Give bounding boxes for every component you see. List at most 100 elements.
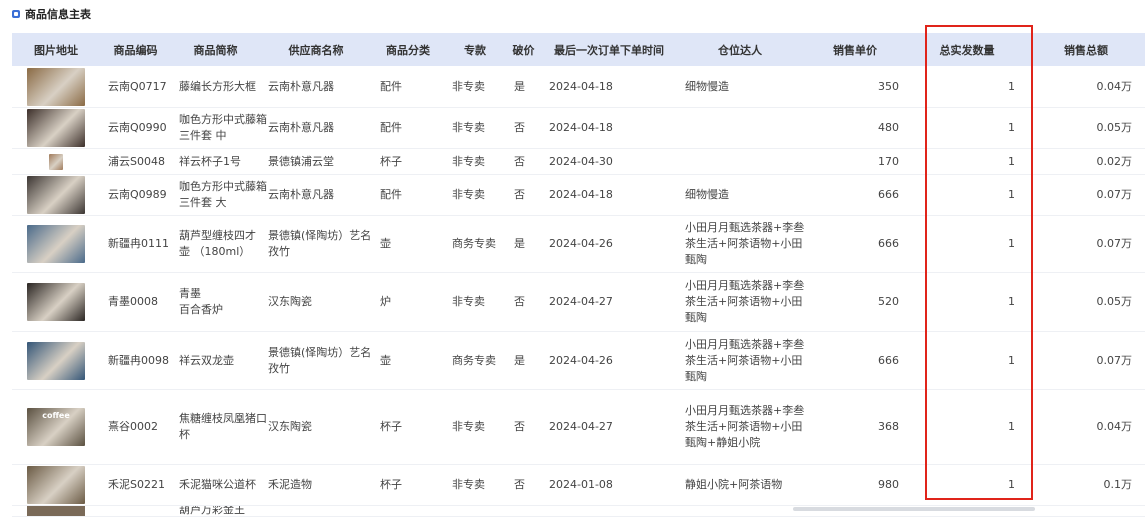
- product-thumbnail[interactable]: [12, 175, 100, 215]
- header-special-col[interactable]: 专款: [444, 33, 506, 66]
- price-value: 666: [878, 237, 899, 250]
- horizontal-scrollbar[interactable]: [793, 507, 1035, 511]
- header-expert-col[interactable]: 仓位达人: [677, 33, 803, 66]
- special-value: 非专卖: [452, 154, 485, 168]
- product-thumbnail[interactable]: [12, 465, 100, 505]
- cell-total-col: 0.05万: [1027, 273, 1145, 331]
- product-thumbnail[interactable]: [12, 332, 100, 389]
- product-thumbnail[interactable]: [12, 273, 100, 331]
- header-date-col[interactable]: 最后一次订单下单时间: [541, 33, 677, 66]
- header-name-col[interactable]: 商品简称: [171, 33, 260, 66]
- table-row[interactable]: 禾泥S0221 禾泥猫咪公道杯 禾泥造物 杯子 非专卖 否 2024-01-08 静姐小院+阿…: [12, 465, 1145, 506]
- cell-name-col: 藤编长方形大框: [171, 66, 272, 107]
- qty-value: 1: [1008, 420, 1015, 433]
- broken-value: 是: [514, 237, 525, 250]
- name-value: 藤编长方形大框: [179, 79, 256, 93]
- cell-qty-col: 1: [907, 273, 1027, 331]
- broken-value: 否: [514, 478, 525, 491]
- supplier-value: 云南朴意凡器: [268, 188, 334, 201]
- cell-date-col: 2024-04-30: [541, 149, 689, 174]
- special-value: 非专卖: [452, 478, 485, 491]
- header-broken-col[interactable]: 破价: [506, 33, 541, 66]
- qty-value: 1: [1008, 154, 1015, 168]
- qty-value: 1: [1008, 353, 1015, 367]
- table-row[interactable]: 青墨0008 青墨 百合香炉 汉东陶瓷 炉 非专卖 否 2024-04-27 小田月月甄选茶器+…: [12, 273, 1145, 332]
- category-value: 杯子: [380, 420, 402, 433]
- cell-name-col: 咖色方形中式藤箱三件套 大: [171, 175, 272, 215]
- expert-value: 小田月月甄选茶器+李叁茶生活+阿茶语物+小田甄陶: [685, 279, 805, 324]
- cell-price-col: 170: [803, 149, 907, 174]
- cell-supplier-col: 汉东陶瓷: [260, 273, 384, 331]
- qty-value: 1: [1008, 79, 1015, 93]
- cell-name-col: 禾泥猫咪公道杯: [171, 465, 272, 505]
- header-qty-col[interactable]: 总实发数量: [907, 33, 1027, 66]
- broken-value: 否: [514, 121, 525, 134]
- total-value: 0.1万: [1103, 478, 1133, 491]
- qty-value: 1: [1008, 237, 1015, 250]
- cell-expert-col: 小田月月甄选茶器+李叁茶生活+阿茶语物+小田甄陶: [677, 273, 815, 331]
- code-value: 青墨0008: [108, 295, 158, 308]
- category-value: 配件: [380, 79, 402, 93]
- price-value: 350: [878, 79, 899, 93]
- date-value: 2024-04-30: [549, 154, 613, 168]
- cell-name-col: 焦糖缠枝凤凰猪口杯: [171, 390, 272, 464]
- cell-supplier-col: 云南朴意凡器: [260, 175, 384, 215]
- date-value: 2024-01-08: [549, 478, 613, 491]
- product-thumbnail[interactable]: [12, 66, 100, 107]
- price-value: 368: [878, 420, 899, 433]
- name-value: 焦糖缠枝凤凰猪口杯: [179, 412, 267, 441]
- name-value: 咖色方形中式藤箱三件套 中: [179, 113, 267, 142]
- supplier-value: 景德镇浦云堂: [268, 154, 334, 168]
- cell-expert-col: 小田月月甄选茶器+李叁茶生活+阿茶语物+小田甄陶: [677, 332, 815, 389]
- cell-date-col: 2024-04-18: [541, 66, 689, 107]
- price-value: 480: [878, 121, 899, 134]
- cell-supplier-col: 云南朴意凡器: [260, 66, 384, 107]
- product-thumbnail[interactable]: [12, 216, 100, 272]
- broken-value: 否: [514, 154, 525, 168]
- product-thumbnail[interactable]: [12, 108, 100, 148]
- code-value: 云南Q0990: [108, 121, 167, 134]
- name-value: 咖色方形中式藤箱三件套 大: [179, 180, 267, 209]
- header-image-col[interactable]: 图片地址: [12, 33, 100, 66]
- total-value: 0.05万: [1096, 121, 1133, 134]
- table-row[interactable]: 云南Q0990 咖色方形中式藤箱三件套 中云南朴意凡器 配件 非专卖 否 2024-04-…: [12, 108, 1145, 149]
- header-price-col[interactable]: 销售单价: [803, 33, 907, 66]
- table-header: 图片地址 商品编码 商品简称 供应商名称 商品分类 专款 破价 最后一次订单下单时间 仓位达人销…: [12, 33, 1145, 66]
- header-category-col[interactable]: 商品分类: [372, 33, 444, 66]
- total-value: 0.04万: [1096, 420, 1133, 433]
- table-row[interactable]: 新疆冉0111 葫芦型缠枝四才 壶 （180ml） 景德镇(怿陶坊）艺名孜竹壶 商务专…: [12, 216, 1145, 273]
- code-value: 熹谷0002: [108, 420, 158, 433]
- header-code-col[interactable]: 商品编码: [100, 33, 171, 66]
- header-total-col[interactable]: 销售总额: [1027, 33, 1145, 66]
- product-thumbnail[interactable]: [12, 149, 100, 174]
- date-value: 2024-04-26: [549, 353, 613, 367]
- table-row[interactable]: coffee 熹谷0002 焦糖缠枝凤凰猪口杯 汉东陶瓷 杯子 非专卖 否 2024-04-2…: [12, 390, 1145, 465]
- cell-expert-col: 细物慢造: [677, 66, 815, 107]
- table-row[interactable]: 浦云S0048 祥云杯子1号 景德镇浦云堂 杯子 非专卖 否 2024-04-30 170 1 0…: [12, 149, 1145, 175]
- supplier-value: 汉东陶瓷: [268, 295, 312, 308]
- price-value: 666: [878, 353, 899, 367]
- cell-qty-col: 1: [907, 175, 1027, 215]
- table-row[interactable]: 云南Q0989 咖色方形中式藤箱三件套 大云南朴意凡器 配件 非专卖 否 2024-04-…: [12, 175, 1145, 216]
- cell-expert-col: 小田月月甄选茶器+李叁茶生活+阿茶语物+小田甄陶+静姐小院: [677, 390, 815, 464]
- code-value: 禾泥S0221: [108, 478, 165, 491]
- name-value: 禾泥猫咪公道杯: [179, 478, 256, 491]
- cell-expert-col: 细物慢造: [677, 175, 815, 215]
- supplier-value: 汉东陶瓷: [268, 420, 312, 433]
- cell-total-col: 0.04万: [1027, 390, 1145, 464]
- product-thumbnail[interactable]: [12, 506, 100, 516]
- product-image: [27, 283, 85, 321]
- table-row[interactable]: 新疆冉0098 祥云双龙壶 景德镇(怿陶坊）艺名孜竹壶 商务专卖 是 2024-04-26…: [12, 332, 1145, 390]
- table-row[interactable]: 云南Q0717 藤编长方形大框 云南朴意凡器 配件 非专卖 是 2024-04-18 细物慢造…: [12, 66, 1145, 108]
- cell-price-col: 666: [803, 175, 907, 215]
- category-value: 配件: [380, 188, 402, 201]
- product-thumbnail[interactable]: coffee: [12, 390, 100, 464]
- cell-total-col: 0.04万: [1027, 66, 1145, 107]
- cell-name-col: 祥云杯子1号: [171, 149, 272, 174]
- price-value: 170: [878, 154, 899, 168]
- table-icon: [12, 10, 20, 18]
- supplier-value: 景德镇(怿陶坊）艺名孜竹: [268, 229, 372, 258]
- expert-value: 静姐小院+阿茶语物: [685, 478, 783, 491]
- header-supplier-col[interactable]: 供应商名称: [260, 33, 372, 66]
- cell-qty-col: 1: [907, 149, 1027, 174]
